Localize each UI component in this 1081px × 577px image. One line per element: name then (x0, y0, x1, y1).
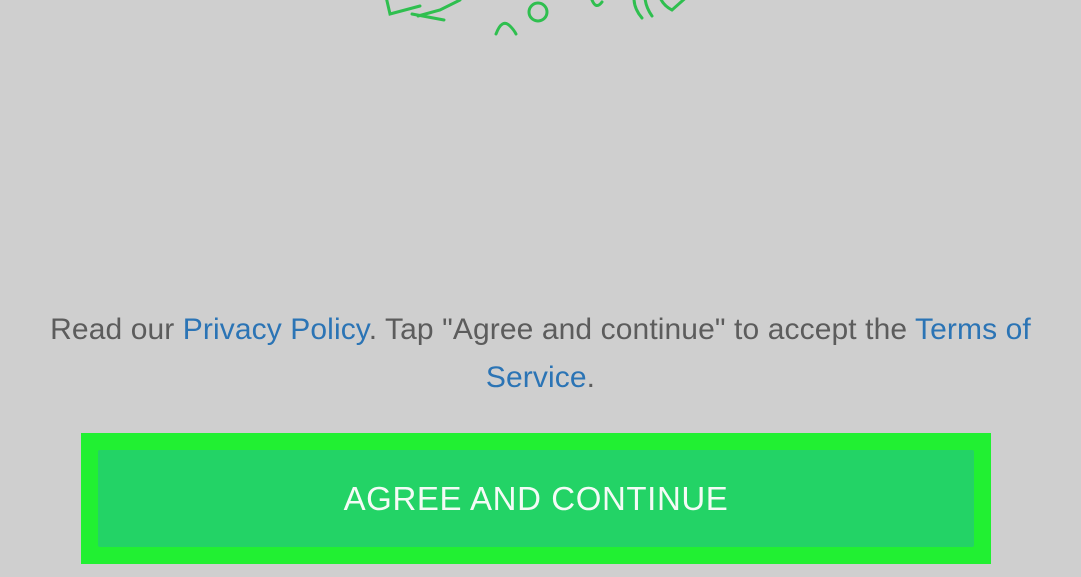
agree-and-continue-button[interactable]: AGREE AND CONTINUE (98, 450, 974, 547)
agree-button-label: AGREE AND CONTINUE (343, 479, 729, 517)
welcome-screen: Read our Privacy Policy. Tap "Agree and … (0, 0, 1081, 577)
doodle-illustration-icon (385, 0, 686, 36)
terms-suffix-text: . (586, 361, 596, 394)
terms-notice: Read our Privacy Policy. Tap "Agree and … (0, 306, 1081, 402)
terms-middle-text: . Tap "Agree and continue" to accept the (368, 313, 916, 346)
terms-prefix-text: Read our (50, 313, 183, 346)
privacy-policy-link[interactable]: Privacy Policy (183, 313, 369, 346)
